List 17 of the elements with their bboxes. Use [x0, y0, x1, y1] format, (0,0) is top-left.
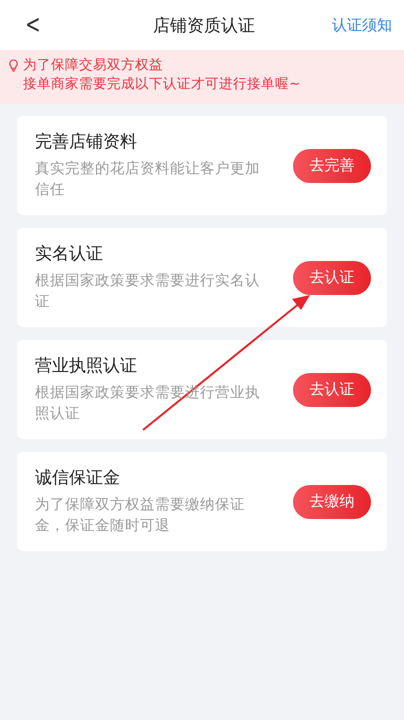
notice-text: 为了保障交易双方权益 — [23, 56, 164, 75]
card-title: 营业执照认证 — [35, 355, 138, 377]
card-description: 根据国家政策要求需要进行实名认证 — [35, 272, 261, 312]
notice-text: 接单商家需要完成以下认证才可进行接单喔~ — [23, 75, 300, 94]
action-button[interactable]: 去认证 — [293, 260, 371, 294]
card-title: 诚信保证金 — [35, 467, 121, 489]
lightbulb-icon — [8, 59, 19, 72]
action-button[interactable]: 去缴纳 — [293, 484, 371, 518]
card-description: 真实完整的花店资料能让客户更加信任 — [35, 160, 261, 200]
page-title: 店铺资质认证 — [153, 14, 255, 36]
action-button[interactable]: 去完善 — [293, 148, 371, 182]
certification-notes-link[interactable]: 认证须知 — [332, 16, 392, 34]
card-title: 实名认证 — [35, 243, 104, 265]
action-button[interactable]: 去认证 — [293, 372, 371, 406]
card-description: 为了保障双方权益需要缴纳保证金，保证金随时可退 — [35, 496, 246, 536]
card-title: 完善店铺资料 — [35, 131, 138, 153]
back-button[interactable]: < — [21, 10, 45, 40]
